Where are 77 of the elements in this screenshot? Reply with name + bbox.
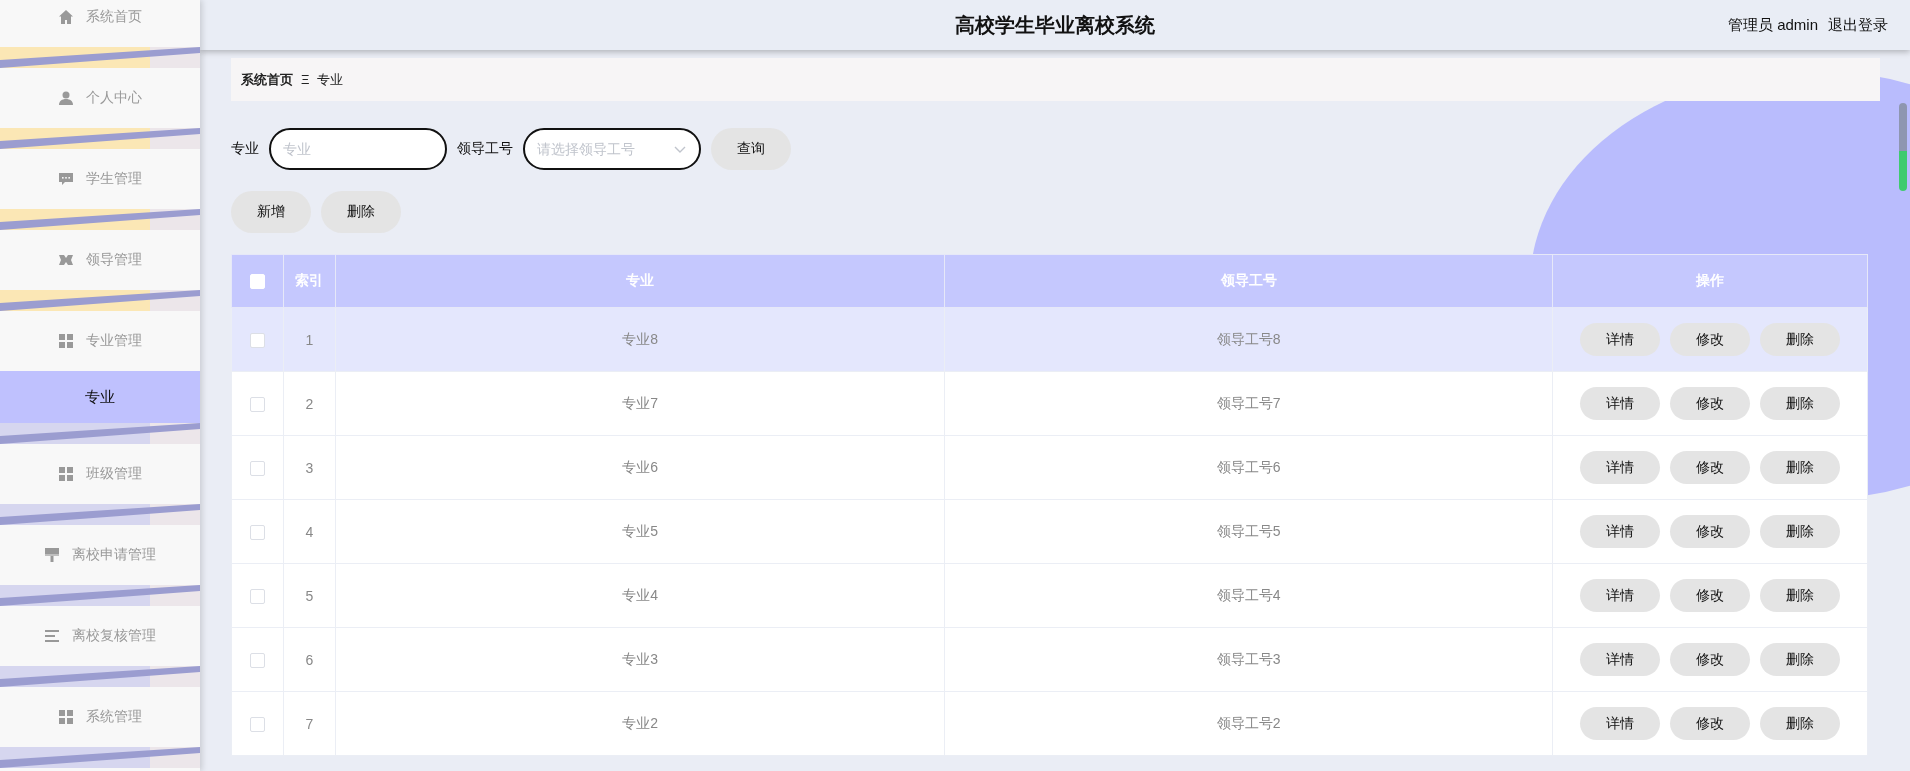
details-button[interactable]: 详情 (1580, 323, 1660, 356)
table-cell: 领导工号7 (944, 371, 1553, 436)
checkbox[interactable] (250, 716, 265, 732)
ticket-icon (58, 252, 74, 268)
delete-button[interactable]: 删除 (321, 191, 401, 233)
edit-button[interactable]: 修改 (1670, 579, 1750, 612)
table-cell: 1 (283, 307, 336, 372)
table-cell: 专业4 (335, 563, 945, 628)
table-cell: 领导工号2 (944, 691, 1553, 756)
chat-bubble-icon (58, 171, 74, 187)
table-cell: 领导工号4 (944, 563, 1553, 628)
add-button[interactable]: 新增 (231, 191, 311, 233)
table-cell: 专业2 (335, 691, 945, 756)
select-field[interactable]: 请选择领导工号 (523, 128, 701, 170)
details-button[interactable]: 详情 (1580, 451, 1660, 484)
table-cell: 专业6 (335, 435, 945, 500)
table-cell: 领导工号5 (944, 499, 1553, 564)
field-label: 专业 (231, 140, 259, 158)
scrollbar[interactable] (1899, 103, 1907, 191)
column-header: 领导工号 (944, 254, 1553, 308)
delete-button[interactable]: 删除 (1760, 387, 1840, 420)
paint-roller-icon (44, 547, 60, 563)
table-cell: 领导工号3 (944, 627, 1553, 692)
grid-icon (58, 709, 74, 725)
grid-icon (58, 466, 74, 482)
details-button[interactable]: 详情 (1580, 707, 1660, 740)
delete-button[interactable]: 删除 (1760, 579, 1840, 612)
table-cell: 领导工号8 (944, 307, 1553, 372)
breadcrumb-separator: Ξ (301, 72, 310, 87)
user-icon (58, 90, 74, 106)
app-title: 高校学生毕业离校系统 (955, 12, 1155, 38)
edit-button[interactable]: 修改 (1670, 643, 1750, 676)
table-cell: 专业7 (335, 371, 945, 436)
column-header: 专业 (335, 254, 945, 308)
table-cell: 专业8 (335, 307, 945, 372)
breadcrumb-item: 专业 (317, 70, 344, 89)
table-cell: 7 (283, 691, 336, 756)
checkbox[interactable] (250, 460, 265, 476)
checkbox[interactable] (250, 652, 265, 668)
table-cell: 2 (283, 371, 336, 436)
details-button[interactable]: 详情 (1580, 387, 1660, 420)
details-button[interactable]: 详情 (1580, 579, 1660, 612)
list-icon (44, 628, 60, 644)
submenu-item[interactable]: 专业 (0, 371, 200, 423)
delete-button[interactable]: 删除 (1760, 323, 1840, 356)
checkbox[interactable] (250, 332, 265, 348)
delete-button[interactable]: 删除 (1760, 451, 1840, 484)
field-label: 领导工号 (457, 140, 513, 158)
logout-link[interactable]: 退出登录 (1828, 15, 1888, 35)
edit-button[interactable]: 修改 (1670, 515, 1750, 548)
column-header: 操作 (1552, 254, 1868, 308)
table-cell: 6 (283, 627, 336, 692)
edit-button[interactable]: 修改 (1670, 323, 1750, 356)
details-button[interactable]: 详情 (1580, 643, 1660, 676)
grid-icon (58, 333, 74, 349)
table-cell: 4 (283, 499, 336, 564)
home-icon (58, 9, 74, 25)
details-button[interactable]: 详情 (1580, 515, 1660, 548)
table-cell: 专业3 (335, 627, 945, 692)
checkbox[interactable] (250, 524, 265, 540)
table-cell: 3 (283, 435, 336, 500)
table-cell: 领导工号6 (944, 435, 1553, 500)
breadcrumb-item[interactable]: 系统首页 (241, 70, 293, 89)
delete-button[interactable]: 删除 (1760, 643, 1840, 676)
table-cell: 专业5 (335, 499, 945, 564)
delete-button[interactable]: 删除 (1760, 515, 1840, 548)
edit-button[interactable]: 修改 (1670, 707, 1750, 740)
checkbox[interactable] (250, 396, 265, 412)
delete-button[interactable]: 删除 (1760, 707, 1840, 740)
user-label: 管理员 admin (1727, 15, 1818, 35)
edit-button[interactable]: 修改 (1670, 387, 1750, 420)
table-cell: 5 (283, 563, 336, 628)
input-field[interactable]: 专业 (269, 128, 447, 170)
column-header: 索引 (283, 254, 336, 308)
search-button[interactable]: 查询 (711, 128, 791, 170)
checkbox[interactable] (250, 588, 265, 604)
edit-button[interactable]: 修改 (1670, 451, 1750, 484)
